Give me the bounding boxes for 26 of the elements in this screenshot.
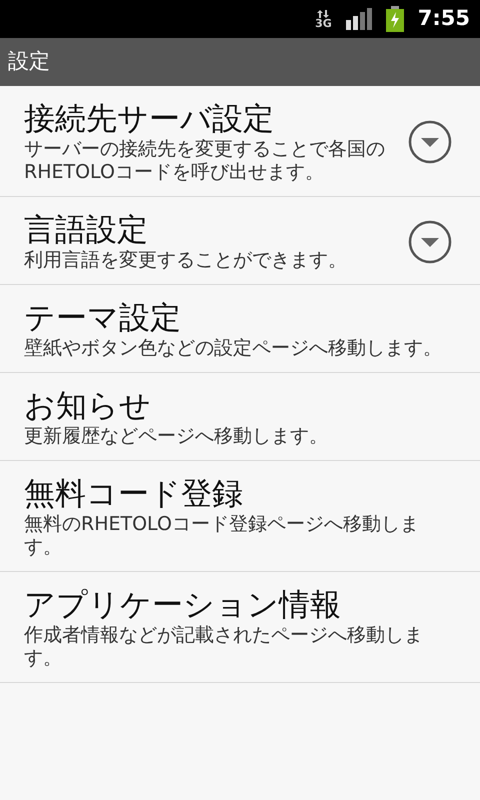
item-title: テーマ設定	[24, 299, 182, 337]
settings-item[interactable]: 接続先サーバ設定 サーバーの接続先を変更することで各国のRHETOLOコードを呼び出せます。	[0, 86, 480, 197]
settings-item[interactable]: アプリケーション情報 作成者情報などが記載されたページへ移動します。	[0, 572, 480, 683]
item-title: 接続先サーバ設定	[24, 100, 275, 138]
item-title: お知らせ	[24, 387, 152, 425]
signal-icon	[346, 8, 372, 30]
network-type: 3G	[315, 18, 332, 28]
battery-icon	[386, 6, 404, 32]
up-down-arrows-icon	[317, 10, 330, 18]
item-title: アプリケーション情報	[24, 586, 342, 624]
settings-item[interactable]: お知らせ 更新履歴などページへ移動します。	[0, 373, 480, 461]
title: 設定	[8, 48, 50, 76]
item-description: サーバーの接続先を変更することで各国のRHETOLOコードを呼び出せます。	[24, 138, 386, 184]
settings-item[interactable]: テーマ設定 壁紙やボタン色などの設定ページへ移動します。	[0, 285, 480, 373]
item-title: 無料コード登録	[24, 475, 244, 513]
item-description: 壁紙やボタン色などの設定ページへ移動します。	[24, 337, 443, 360]
item-description: 利用言語を変更することができます。	[24, 249, 348, 272]
clock: 7:55	[418, 5, 470, 32]
dropdown-icon[interactable]	[408, 220, 452, 264]
item-description: 無料のRHETOLOコード登録ページへ移動します。	[24, 513, 420, 559]
settings-item[interactable]: 無料コード登録 無料のRHETOLOコード登録ページへ移動します。	[0, 461, 480, 572]
settings-item[interactable]: 言語設定 利用言語を変更することができます。	[0, 197, 480, 285]
item-description: 更新履歴などページへ移動します。	[24, 425, 329, 448]
dropdown-icon[interactable]	[408, 120, 452, 164]
item-description: 作成者情報などが記載されたページへ移動します。	[24, 624, 424, 670]
item-title: 言語設定	[24, 211, 149, 249]
